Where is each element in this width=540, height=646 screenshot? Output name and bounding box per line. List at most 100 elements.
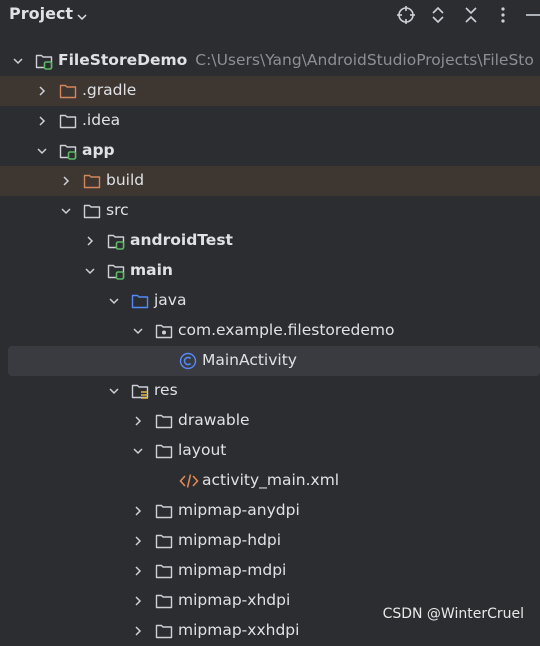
tree-item-layout[interactable]: layout (0, 436, 540, 466)
tree-item-name: mipmap-hdpi (178, 531, 282, 549)
tree-item-name: layout (178, 441, 227, 459)
folder-icon (59, 112, 77, 130)
chevron-down-icon[interactable] (131, 444, 145, 458)
tree-item-label: .gradle (82, 81, 136, 99)
chevron-down-icon[interactable] (131, 324, 145, 338)
tree-item-label: mipmap-hdpi (178, 531, 281, 549)
tree-item-label: build (106, 171, 144, 189)
tree-item-label: com.example.filestoredemo (178, 321, 394, 339)
excluded-folder-icon (83, 172, 101, 190)
tree-item-androidtest[interactable]: androidTest (0, 226, 540, 256)
tree-item-app[interactable]: app (0, 136, 540, 166)
project-view-title[interactable]: Project (9, 4, 73, 23)
tree-item-res[interactable]: res (0, 376, 540, 406)
tree-item-com-example-filestoredemo[interactable]: com.example.filestoredemo (0, 316, 540, 346)
tree-item-label: main (130, 261, 173, 279)
chevron-right-icon[interactable] (131, 504, 145, 518)
tree-item-label: java (154, 291, 186, 309)
folder-icon (155, 412, 173, 430)
module-folder-icon (107, 262, 125, 280)
chevron-right-icon[interactable] (83, 234, 97, 248)
folder-icon (155, 442, 173, 460)
chevron-down-icon[interactable] (107, 294, 121, 308)
tree-item-name: java (154, 291, 187, 309)
project-toolbar: Project (0, 0, 540, 30)
tree-item-name: mipmap-xxhdpi (178, 621, 300, 639)
module-folder-icon (35, 52, 53, 70)
tree-item-main[interactable]: main (0, 256, 540, 286)
folder-icon (83, 202, 101, 220)
chevron-down-icon[interactable] (35, 144, 49, 158)
tree-item-gradle[interactable]: .gradle (0, 76, 540, 106)
tree-item-name: mipmap-anydpi (178, 501, 300, 519)
tree-item-name: .gradle (82, 81, 137, 99)
tree-item-src[interactable]: src (0, 196, 540, 226)
folder-icon (155, 592, 173, 610)
tree-item-label: drawable (178, 411, 250, 429)
tree-item-label: mipmap-anydpi (178, 501, 300, 519)
project-tree[interactable]: FileStoreDemo C:\Users\Yang\AndroidStudio… (0, 46, 540, 646)
folder-icon (155, 532, 173, 550)
module-folder-icon (59, 142, 77, 160)
xml-file-icon (179, 472, 199, 490)
tree-item-name: res (154, 381, 178, 399)
chevron-down-icon[interactable] (59, 204, 73, 218)
collapse-all-icon[interactable] (460, 4, 482, 26)
tree-item-idea[interactable]: .idea (0, 106, 540, 136)
tree-item-label: FileStoreDemo C:\Users\Yang\AndroidStudio… (58, 51, 534, 69)
tree-item-label: activity_main.xml (202, 471, 339, 489)
chevron-right-icon[interactable] (35, 114, 49, 128)
source-folder-icon (131, 292, 149, 310)
tree-item-label: mipmap-mdpi (178, 561, 286, 579)
tree-item-label: MainActivity (202, 351, 297, 369)
tree-item-name: mipmap-mdpi (178, 561, 287, 579)
chevron-right-icon[interactable] (131, 534, 145, 548)
tree-item-label: androidTest (130, 231, 233, 249)
chevron-right-icon[interactable] (131, 414, 145, 428)
watermark: CSDN @WinterCruel (382, 606, 524, 622)
resources-folder-icon (131, 382, 149, 400)
more-vertical-icon[interactable] (492, 4, 514, 26)
project-path: C:\Users\Yang\AndroidStudioProjects\File… (195, 51, 534, 69)
tree-item-mipmap-mdpi[interactable]: mipmap-mdpi (0, 556, 540, 586)
chevron-down-icon[interactable] (83, 264, 97, 278)
tree-item-name: MainActivity (202, 351, 297, 369)
chevron-right-icon[interactable] (131, 564, 145, 578)
tree-item-drawable[interactable]: drawable (0, 406, 540, 436)
tree-item-mipmap-hdpi[interactable]: mipmap-hdpi (0, 526, 540, 556)
tree-item-name: build (106, 171, 145, 189)
tree-item-name: mipmap-xhdpi (178, 591, 291, 609)
tree-item-label: mipmap-xhdpi (178, 591, 290, 609)
chevron-down-icon[interactable] (11, 54, 25, 68)
package-icon (155, 322, 173, 340)
tree-item-name: androidTest (130, 231, 233, 249)
tree-item-name: src (106, 201, 129, 219)
chevron-right-icon[interactable] (35, 84, 49, 98)
expand-all-icon[interactable] (427, 4, 449, 26)
tree-item-name: drawable (178, 411, 250, 429)
chevron-right-icon[interactable] (131, 594, 145, 608)
excluded-folder-icon (59, 82, 77, 100)
chevron-down-icon[interactable] (107, 384, 121, 398)
target-icon[interactable] (395, 4, 417, 26)
tree-item-label: src (106, 201, 129, 219)
tree-item-filestoredemo[interactable]: FileStoreDemo C:\Users\Yang\AndroidStudio… (0, 46, 540, 76)
chevron-right-icon[interactable] (131, 624, 145, 638)
tree-item-java[interactable]: java (0, 286, 540, 316)
tree-item-label: .idea (82, 111, 120, 129)
folder-icon (155, 622, 173, 640)
tree-item-mipmap-anydpi[interactable]: mipmap-anydpi (0, 496, 540, 526)
tree-item-build[interactable]: build (0, 166, 540, 196)
chevron-right-icon[interactable] (59, 174, 73, 188)
tree-item-name: activity_main.xml (202, 471, 340, 489)
tree-item-label: res (154, 381, 178, 399)
minimize-icon[interactable] (522, 4, 540, 26)
chevron-down-icon[interactable] (76, 9, 88, 27)
tree-item-activity-main-xml[interactable]: activity_main.xml (0, 466, 540, 496)
class-icon (179, 352, 197, 370)
tree-item-name: .idea (82, 111, 121, 129)
tree-item-name: com.example.filestoredemo (178, 321, 395, 339)
tree-item-mainactivity[interactable]: MainActivity (8, 346, 540, 376)
tree-item-label: layout (178, 441, 226, 459)
folder-icon (155, 502, 173, 520)
